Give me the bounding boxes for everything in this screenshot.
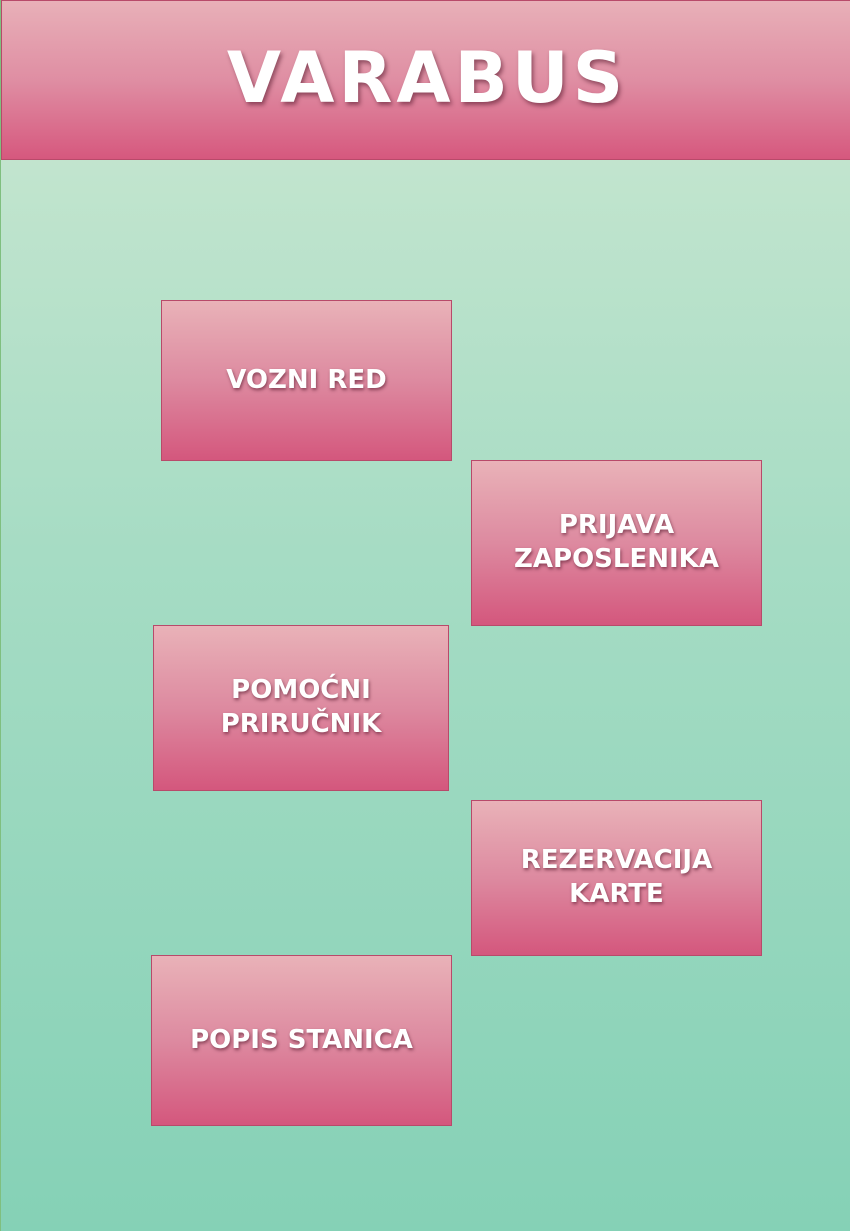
page-background: VARABUS VOZNI RED PRIJAVA ZAPOSLENIKA PO…: [0, 0, 850, 1231]
help-manual-button[interactable]: POMOĆNI PRIRUČNIK: [153, 625, 449, 791]
app-title: VARABUS: [226, 37, 628, 119]
ticket-reservation-button[interactable]: REZERVACIJA KARTE: [471, 800, 762, 956]
timetable-button[interactable]: VOZNI RED: [161, 300, 452, 461]
station-list-button-label: POPIS STANICA: [190, 1024, 413, 1055]
app-header: VARABUS: [1, 0, 850, 160]
ticket-reservation-button-label: REZERVACIJA KARTE: [520, 845, 713, 909]
help-manual-button-label: POMOĆNI PRIRUČNIK: [220, 675, 382, 739]
timetable-button-label: VOZNI RED: [226, 364, 387, 395]
station-list-button[interactable]: POPIS STANICA: [151, 955, 452, 1126]
employee-login-button-label: PRIJAVA ZAPOSLENIKA: [514, 510, 719, 574]
employee-login-button[interactable]: PRIJAVA ZAPOSLENIKA: [471, 460, 762, 626]
